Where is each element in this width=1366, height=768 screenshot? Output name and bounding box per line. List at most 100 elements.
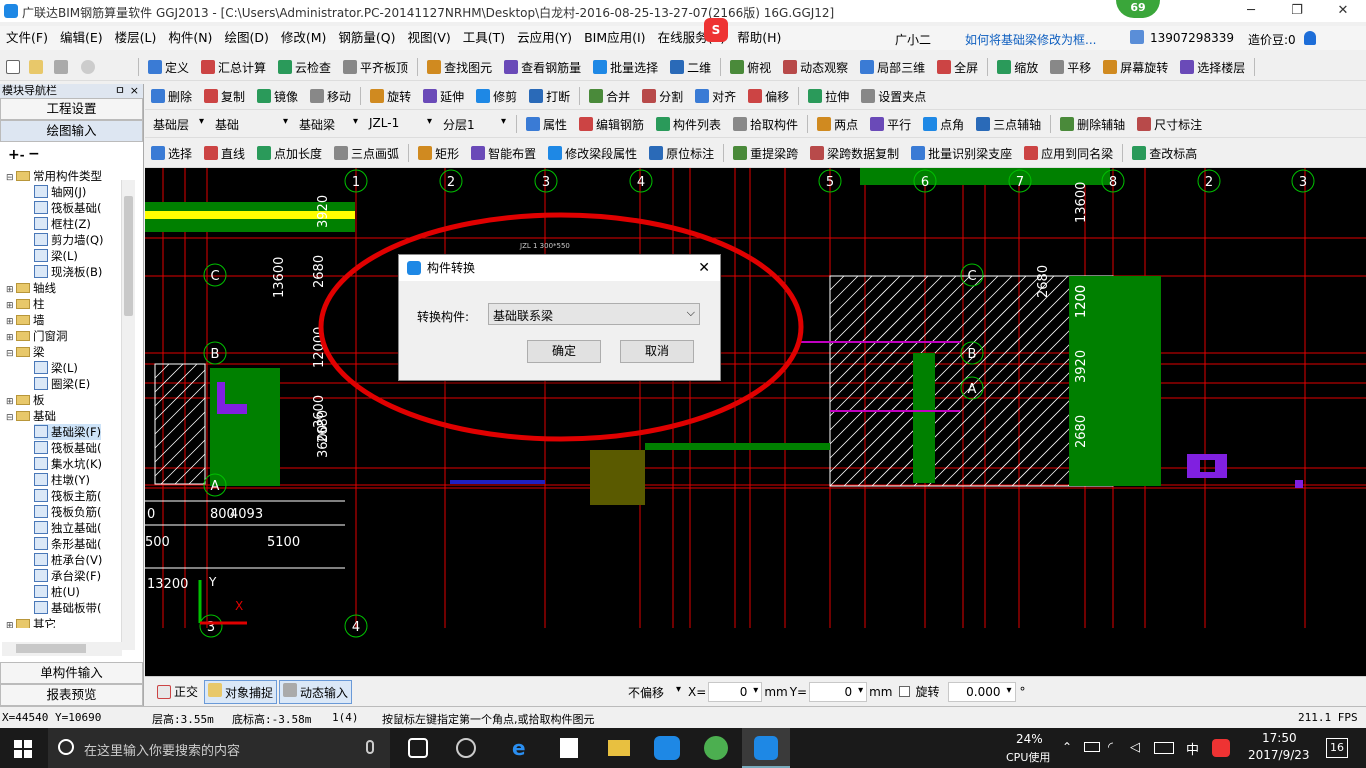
- tree-node[interactable]: 承台梁(F): [34, 568, 101, 584]
- menu-item-8[interactable]: 工具(T): [457, 26, 511, 50]
- beam-band-top-right[interactable]: [860, 168, 1110, 185]
- tb1-button-4[interactable]: 查找图元: [421, 56, 498, 78]
- tb1-button-3[interactable]: 平齐板顶: [337, 56, 414, 78]
- tb4-button-1[interactable]: 直线: [198, 142, 251, 164]
- tree-node[interactable]: 筏板基础(: [34, 440, 102, 456]
- tree-node[interactable]: ⊞ 其它: [6, 616, 56, 628]
- tb2-button-11[interactable]: 偏移: [742, 85, 795, 107]
- angle-input[interactable]: 0.000: [947, 681, 1016, 702]
- dynamic-input-toggle[interactable]: 动态输入: [279, 679, 353, 704]
- tree-node[interactable]: 轴网(J): [34, 184, 86, 200]
- tb1-button-2[interactable]: 云检查: [272, 56, 337, 78]
- tree-node[interactable]: ⊟ 常用构件类型: [6, 168, 102, 184]
- keyboard-icon[interactable]: [1154, 742, 1174, 754]
- cancel-button[interactable]: 取消: [620, 340, 694, 363]
- tb2-button-5[interactable]: 延伸: [417, 85, 470, 107]
- tb4-button-8[interactable]: 重提梁跨: [727, 142, 804, 164]
- save-icon[interactable]: [54, 60, 68, 74]
- user-phone[interactable]: 13907298339: [1150, 31, 1234, 45]
- green-beam-center[interactable]: [645, 443, 830, 450]
- tb3-button-2[interactable]: 构件列表: [650, 113, 727, 135]
- tb1-button-9[interactable]: 动态观察: [777, 56, 854, 78]
- tree-node[interactable]: ⊟ 梁: [6, 344, 45, 360]
- drawing-canvas[interactable]: 1 2 3 4 5 6 7 8 2 3 C B A C B A 3 4 3920 13600 2680 12000 3600…: [145, 168, 1366, 676]
- collapse-all-icon[interactable]: −: [28, 146, 40, 162]
- tb4-button-5[interactable]: 智能布置: [465, 142, 542, 164]
- tb2-button-6[interactable]: 修剪: [470, 85, 523, 107]
- clock-date[interactable]: 2017/9/23: [1248, 748, 1310, 762]
- drawing-input-button[interactable]: 绘图输入: [0, 120, 143, 142]
- component-dropdown-4[interactable]: 分层1: [439, 114, 509, 134]
- assistant-label[interactable]: 广小二: [895, 31, 931, 48]
- blue-beam[interactable]: [450, 480, 545, 484]
- new-file-icon[interactable]: [6, 60, 20, 74]
- olive-block[interactable]: [590, 450, 645, 505]
- battery-icon[interactable]: [1084, 742, 1100, 752]
- tb4-button-0[interactable]: 选择: [145, 142, 198, 164]
- purple-square[interactable]: [1295, 480, 1303, 488]
- tree-node[interactable]: 圈梁(E): [34, 376, 90, 392]
- tray-chevron-icon[interactable]: ⌃: [1062, 740, 1072, 754]
- tb1-button-14[interactable]: 屏幕旋转: [1097, 56, 1174, 78]
- tree-node[interactable]: ⊞ 板: [6, 392, 45, 408]
- tb3-button-0[interactable]: 属性: [520, 113, 573, 135]
- volume-icon[interactable]: ◁: [1130, 740, 1140, 755]
- tb2-button-2[interactable]: 镜像: [251, 85, 304, 107]
- tb4-button-12[interactable]: 查改标高: [1126, 142, 1203, 164]
- tree-node[interactable]: 梁(L): [34, 248, 78, 264]
- tree-hscrollbar[interactable]: [2, 642, 122, 656]
- cad-drawing[interactable]: 1 2 3 4 5 6 7 8 2 3CBACBA3 4392013600 2680120003600…: [145, 168, 1366, 676]
- tb2-button-13[interactable]: 设置夹点: [855, 85, 932, 107]
- notification-icon[interactable]: 16: [1326, 738, 1348, 758]
- maximize-button[interactable]: ❐: [1274, 0, 1320, 22]
- rotate-checkbox[interactable]: [898, 686, 910, 697]
- tb2-button-0[interactable]: 删除: [145, 85, 198, 107]
- pin-icon[interactable]: ㅁ: [115, 84, 125, 98]
- snap-toggle[interactable]: 对象捕捉: [204, 679, 278, 704]
- tb3-button-7[interactable]: 三点辅轴: [970, 113, 1047, 135]
- tb2-button-9[interactable]: 分割: [636, 85, 689, 107]
- sogou-ime-icon[interactable]: S: [704, 18, 728, 42]
- tree-node[interactable]: 桩承台(V): [34, 552, 102, 568]
- tb3-button-4[interactable]: 两点: [811, 113, 864, 135]
- taskbar-search[interactable]: 在这里输入你要搜索的内容: [48, 728, 390, 768]
- y-input[interactable]: 0: [809, 681, 868, 702]
- tb2-button-12[interactable]: 拉伸: [802, 85, 855, 107]
- menu-item-2[interactable]: 楼层(L): [109, 26, 163, 50]
- tb4-button-4[interactable]: 矩形: [412, 142, 465, 164]
- component-dropdown-1[interactable]: 基础: [211, 114, 291, 134]
- dialog-close-icon[interactable]: ✕: [698, 255, 710, 281]
- convert-select[interactable]: 基础联系梁 ⌵: [488, 303, 700, 325]
- task-view-icon[interactable]: [408, 738, 428, 758]
- single-input-button[interactable]: 单构件输入: [0, 662, 143, 684]
- active-app-button[interactable]: [742, 728, 790, 768]
- question-link[interactable]: 如何将基础梁修改为框...: [965, 31, 1096, 48]
- menu-item-9[interactable]: 云应用(Y): [511, 26, 578, 50]
- tree-node[interactable]: 条形基础(: [34, 536, 102, 552]
- menu-item-5[interactable]: 修改(M): [275, 26, 333, 50]
- tb2-button-3[interactable]: 移动: [304, 85, 357, 107]
- tb1-button-5[interactable]: 查看钢筋量: [498, 56, 587, 78]
- open-folder-icon[interactable]: [29, 60, 43, 74]
- bell-icon[interactable]: [1304, 31, 1316, 45]
- tree-node[interactable]: 筏板主筋(: [34, 488, 102, 504]
- tree-node[interactable]: 基础板带(: [34, 600, 102, 616]
- tb1-button-10[interactable]: 局部三维: [854, 56, 931, 78]
- store-icon[interactable]: [560, 738, 578, 758]
- component-dropdown-3[interactable]: JZL-1: [365, 114, 435, 134]
- menu-item-12[interactable]: 帮助(H): [731, 26, 787, 50]
- component-dropdown-2[interactable]: 基础梁: [295, 114, 361, 134]
- tb2-button-8[interactable]: 合并: [583, 85, 636, 107]
- tree-node[interactable]: ⊞ 轴线: [6, 280, 56, 296]
- ortho-icon[interactable]: [157, 684, 171, 699]
- sogou-tray-icon[interactable]: [1212, 739, 1230, 757]
- tb1-button-7[interactable]: 二维: [664, 56, 717, 78]
- project-settings-button[interactable]: 工程设置: [0, 98, 143, 120]
- tb2-button-7[interactable]: 打断: [523, 85, 576, 107]
- browser-icon[interactable]: [704, 736, 728, 760]
- tb1-button-12[interactable]: 缩放: [991, 56, 1044, 78]
- component-dropdown-0[interactable]: 基础层: [149, 114, 207, 134]
- foundation-block-mid[interactable]: [913, 353, 935, 483]
- edge-icon[interactable]: e: [512, 738, 534, 758]
- tree-node[interactable]: ⊞ 柱: [6, 296, 45, 312]
